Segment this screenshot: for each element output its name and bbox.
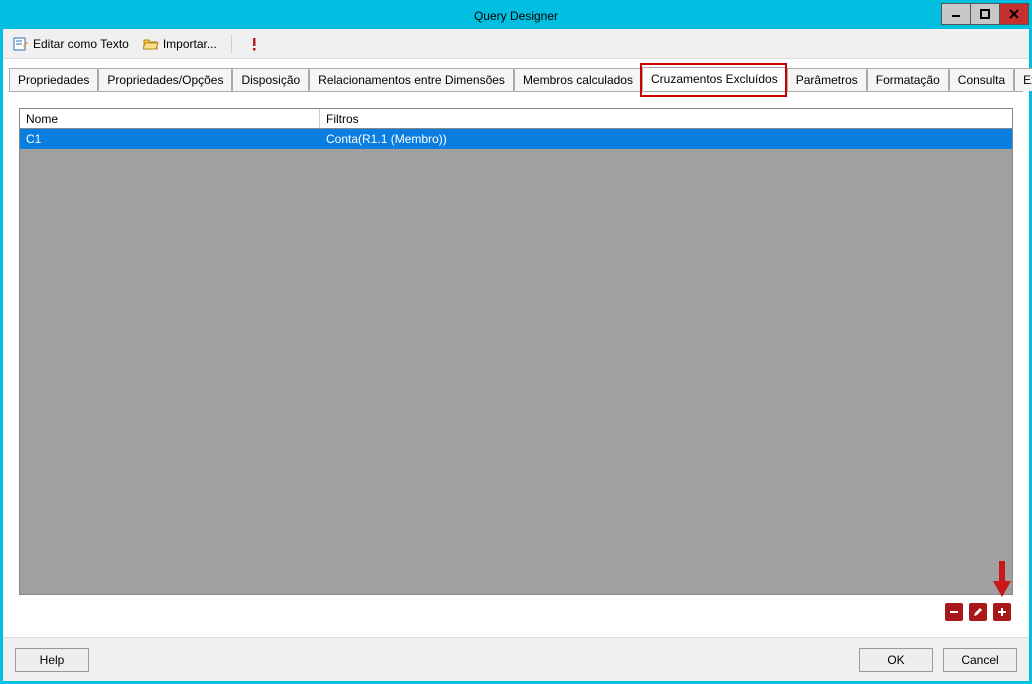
tab-formata-o[interactable]: Formatação: [867, 68, 949, 91]
help-button[interactable]: Help: [15, 648, 89, 672]
cell-nome: C1: [20, 130, 320, 148]
import-button[interactable]: Importar...: [139, 34, 221, 54]
ok-button[interactable]: OK: [859, 648, 933, 672]
cell-filtros: Conta(R1.1 (Membro)): [320, 130, 1012, 148]
alert-button[interactable]: [242, 34, 266, 54]
tab-relacionamentos-entre-dimens-es[interactable]: Relacionamentos entre Dimensões: [309, 68, 514, 91]
tab-propriedades[interactable]: Propriedades: [9, 68, 98, 91]
tab-membros-calculados[interactable]: Membros calculados: [514, 68, 642, 91]
add-button[interactable]: [993, 603, 1011, 621]
row-actions: [19, 595, 1013, 621]
exclamation-icon: [246, 36, 262, 52]
table-row[interactable]: C1Conta(R1.1 (Membro)): [20, 129, 1012, 149]
remove-button[interactable]: [945, 603, 963, 621]
folder-open-icon: [143, 36, 159, 52]
tab-consulta[interactable]: Consulta: [949, 68, 1014, 91]
edit-as-text-label: Editar como Texto: [33, 37, 129, 51]
edit-button[interactable]: [969, 603, 987, 621]
maximize-button[interactable]: [970, 3, 1000, 25]
tab-disposi-o[interactable]: Disposição: [232, 68, 309, 91]
import-label: Importar...: [163, 37, 217, 51]
toolbar-separator: [231, 35, 232, 53]
tab-content: Nome Filtros C1Conta(R1.1 (Membro)): [3, 92, 1029, 637]
edit-as-text-button[interactable]: Editar como Texto: [9, 34, 133, 54]
column-header-filtros[interactable]: Filtros: [320, 109, 1012, 128]
window-title: Query Designer: [3, 9, 1029, 23]
titlebar: Query Designer: [3, 3, 1029, 29]
grid-header: Nome Filtros: [20, 109, 1012, 129]
tab-propriedades-op-es[interactable]: Propriedades/Opções: [98, 68, 232, 91]
tab-execu-o[interactable]: Execução: [1014, 68, 1032, 91]
minimize-button[interactable]: [941, 3, 971, 25]
window-controls: [942, 3, 1029, 25]
footer: Help OK Cancel: [3, 637, 1029, 681]
window: Query Designer: [0, 0, 1032, 684]
client-area: Editar como Texto Importar...: [3, 29, 1029, 681]
tab-cruzamentos-exclu-dos[interactable]: Cruzamentos Excluídos: [642, 67, 787, 91]
grid: Nome Filtros C1Conta(R1.1 (Membro)): [19, 108, 1013, 595]
grid-body: C1Conta(R1.1 (Membro)): [20, 129, 1012, 594]
tab-par-metros[interactable]: Parâmetros: [787, 68, 867, 91]
column-header-nome[interactable]: Nome: [20, 109, 320, 128]
edit-text-icon: [13, 36, 29, 52]
toolbar: Editar como Texto Importar...: [3, 29, 1029, 59]
close-button[interactable]: [999, 3, 1029, 25]
tab-bar: PropriedadesPropriedades/OpçõesDisposiçã…: [3, 59, 1029, 91]
cancel-button[interactable]: Cancel: [943, 648, 1017, 672]
